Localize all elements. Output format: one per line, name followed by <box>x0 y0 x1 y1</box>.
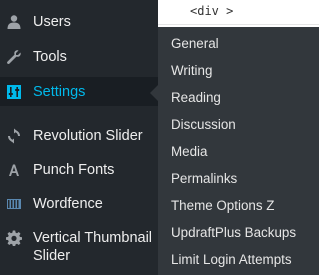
sidebar-item-label: Settings <box>33 83 86 100</box>
code-editor-strip[interactable]: <div > <box>158 0 319 25</box>
submenu-item-media[interactable]: Media <box>171 144 207 160</box>
sidebar-item-label: Punch Fonts <box>33 162 115 178</box>
sidebar-item-label: Vertical Thumbnail Slider <box>33 230 153 264</box>
gear-icon <box>6 230 22 246</box>
submenu-item-limit-login-attempts[interactable]: Limit Login Attempts <box>171 252 292 268</box>
code-line: <div > <box>190 4 234 18</box>
sidebar-item-tools[interactable]: Tools <box>0 43 158 71</box>
submenu-item-writing[interactable]: Writing <box>171 63 212 79</box>
letter-a-icon <box>6 162 22 178</box>
settings-sliders-icon <box>6 84 22 100</box>
submenu-item-permalinks[interactable]: Permalinks <box>171 171 237 187</box>
submenu-item-updraftplus-backups[interactable]: UpdraftPlus Backups <box>171 225 296 241</box>
sidebar-item-label: Users <box>33 14 71 30</box>
submenu-item-theme-options-z[interactable]: Theme Options Z <box>171 198 274 214</box>
sidebar-item-label: Tools <box>33 49 67 65</box>
sidebar-item-users[interactable]: Users <box>0 9 158 35</box>
settings-submenu: General Writing Reading Discussion Media… <box>158 27 319 275</box>
sidebar-item-settings[interactable]: Settings <box>0 77 158 106</box>
sidebar-item-revolution-slider[interactable]: Revolution Slider <box>0 122 158 150</box>
sidebar-item-wordfence[interactable]: Wordfence <box>0 190 158 218</box>
wordfence-icon <box>6 196 22 212</box>
submenu-item-general[interactable]: General <box>171 36 219 52</box>
user-icon <box>6 14 22 30</box>
sidebar-item-punch-fonts[interactable]: Punch Fonts <box>0 157 158 183</box>
wrench-icon <box>6 49 22 65</box>
admin-sidebar: Users Tools Settings Revolution Slider P… <box>0 0 158 275</box>
refresh-icon <box>6 128 22 144</box>
submenu-item-reading[interactable]: Reading <box>171 90 221 106</box>
sidebar-item-vertical-thumbnail-slider[interactable]: Vertical Thumbnail Slider <box>0 226 158 270</box>
flyout-pointer <box>150 85 158 101</box>
submenu-item-discussion[interactable]: Discussion <box>171 117 236 133</box>
sidebar-item-label: Revolution Slider <box>33 128 143 144</box>
sidebar-item-label: Wordfence <box>33 196 103 212</box>
